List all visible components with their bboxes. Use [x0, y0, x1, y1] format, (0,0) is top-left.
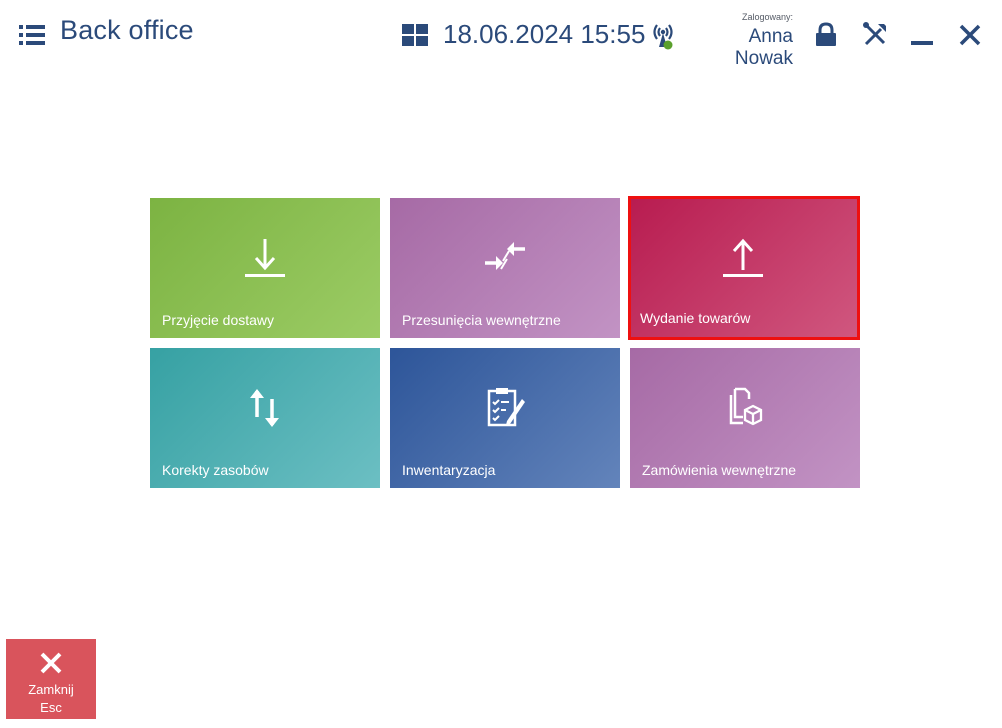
tile-inwentaryzacja[interactable]: Inwentaryzacja	[390, 348, 620, 488]
close-icon	[959, 24, 981, 46]
tile-label: Przesunięcia wewnętrzne	[402, 312, 561, 328]
close-button[interactable]: Zamknij Esc	[6, 639, 96, 719]
tile-zamowienia-wewnetrzne[interactable]: Zamówienia wewnętrzne	[630, 348, 860, 488]
close-x-icon	[40, 652, 62, 674]
header-bar: Back office 18.06.2024 15:55 Zalogowany:	[0, 0, 1002, 70]
tile-przesuniecia-wewnetrzne[interactable]: Przesunięcia wewnętrzne	[390, 198, 620, 338]
datetime-display: 18.06.2024 15:55	[443, 19, 646, 49]
lock-button[interactable]	[813, 22, 839, 48]
tile-label: Inwentaryzacja	[402, 462, 496, 478]
tile-label: Zamówienia wewnętrzne	[642, 462, 797, 478]
tile-korekty-zasobow[interactable]: Korekty zasobów	[150, 348, 380, 488]
tile-label: Korekty zasobów	[162, 462, 269, 478]
lock-icon	[816, 22, 836, 46]
upload-arrow-icon	[723, 238, 763, 277]
tile-przyjecie-dostawy[interactable]: Przyjęcie dostawy	[150, 198, 380, 338]
connection-status[interactable]	[650, 21, 676, 51]
close-label-text: Zamknij	[28, 682, 74, 697]
clipboard-checklist-icon	[487, 388, 525, 427]
page-title: Back office	[60, 15, 194, 45]
windows-icon	[402, 24, 428, 46]
transfer-arrows-icon	[485, 242, 525, 270]
up-down-arrows-icon	[250, 389, 279, 427]
close-window-button[interactable]	[957, 22, 983, 48]
close-shortcut: Esc	[40, 700, 62, 715]
tile-label: Wydanie towarów	[640, 310, 751, 326]
back-office-window: Back office 18.06.2024 15:55 Zalogowany:	[0, 0, 1002, 728]
tile-label: Przyjęcie dostawy	[162, 312, 275, 328]
user-name[interactable]: Anna Nowak	[690, 26, 793, 70]
close-label: Zamknij Esc	[6, 681, 96, 717]
tools-icon	[863, 22, 886, 46]
wifi-antenna-icon	[653, 24, 673, 50]
hamburger-menu-icon	[19, 25, 45, 45]
tile-wydanie-towarow[interactable]: Wydanie towarów	[628, 196, 860, 340]
settings-button[interactable]	[861, 21, 889, 49]
minimize-button[interactable]	[909, 22, 935, 48]
menu-button[interactable]	[18, 22, 46, 48]
download-arrow-icon	[245, 239, 285, 277]
documents-box-icon	[729, 387, 763, 426]
minimize-icon	[911, 41, 933, 45]
logged-in-label: Zalogowany:	[741, 12, 793, 22]
windows-button[interactable]	[402, 24, 428, 46]
